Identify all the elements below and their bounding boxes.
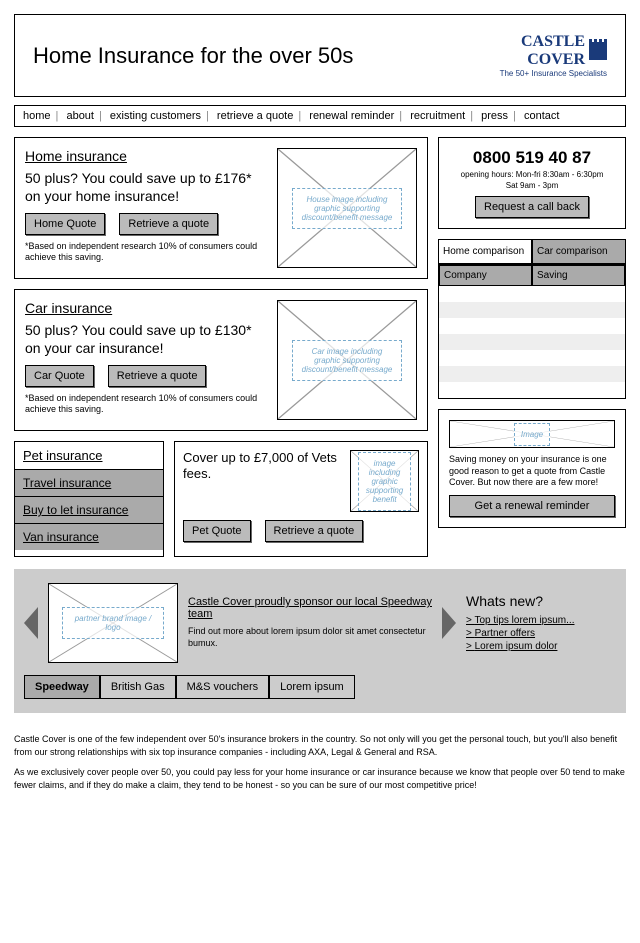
- tab-speedway[interactable]: Speedway: [24, 675, 100, 699]
- reminder-image-placeholder: Image: [449, 420, 615, 448]
- home-insurance-headline: 50 plus? You could save up to £176* on y…: [25, 170, 267, 205]
- whatsnew-title: Whats new?: [466, 593, 616, 609]
- reminder-image-label: Image: [514, 423, 550, 446]
- other-insurance-row: Pet insurance Travel insurance Buy to le…: [14, 441, 428, 557]
- pet-panel: Cover up to £7,000 of Vets fees. image i…: [174, 441, 428, 557]
- phone-panel: 0800 519 40 87 opening hours: Mon-fri 8:…: [438, 137, 626, 229]
- carousel-next-icon[interactable]: [442, 607, 456, 639]
- nav-existing[interactable]: existing customers: [110, 110, 201, 122]
- car-quote-button[interactable]: Car Quote: [25, 365, 94, 387]
- travel-insurance-link[interactable]: Travel insurance: [15, 469, 163, 496]
- renewal-reminder-button[interactable]: Get a renewal reminder: [449, 495, 615, 517]
- van-insurance-link[interactable]: Van insurance: [15, 523, 163, 550]
- whatsnew-item-2[interactable]: > Partner offers: [466, 628, 616, 639]
- reminder-panel: Image Saving money on your insurance is …: [438, 409, 626, 528]
- pet-image-label: image including graphic supporting benef…: [358, 452, 411, 511]
- insurance-list: Pet insurance Travel insurance Buy to le…: [14, 441, 164, 557]
- comparison-widget: Home comparison Car comparison Company S…: [438, 239, 626, 399]
- sponsor-body: Find out more about lorem ipsum dolor si…: [188, 626, 432, 649]
- nav-recruitment[interactable]: recruitment: [410, 110, 465, 122]
- nav-about[interactable]: about: [66, 110, 94, 122]
- pet-headline: Cover up to £7,000 of Vets fees.: [183, 450, 342, 512]
- nav-retrieve[interactable]: retrieve a quote: [217, 110, 293, 122]
- home-insurance-title: Home insurance: [25, 148, 127, 164]
- header: Home Insurance for the over 50s CASTLE C…: [14, 14, 626, 97]
- carousel-prev-icon[interactable]: [24, 607, 38, 639]
- castle-icon: [589, 42, 607, 60]
- sponsor-image-label: partner brand image / logo: [62, 607, 164, 639]
- tab-home-comparison[interactable]: Home comparison: [438, 239, 532, 264]
- car-disclaimer: *Based on independent research 10% of co…: [25, 393, 267, 415]
- main-nav: home| about| existing customers| retriev…: [14, 105, 626, 127]
- car-insurance-headline: 50 plus? You could save up to £130* on y…: [25, 322, 267, 357]
- pet-retrieve-button[interactable]: Retrieve a quote: [265, 520, 364, 542]
- phone-hours-1: opening hours: Mon-fri 8:30am - 6:30pm: [449, 170, 615, 179]
- home-disclaimer: *Based on independent research 10% of co…: [25, 241, 267, 263]
- page-title: Home Insurance for the over 50s: [33, 43, 353, 69]
- whatsnew-item-1[interactable]: > Top tips lorem ipsum...: [466, 615, 616, 626]
- phone-number: 0800 519 40 87: [449, 148, 615, 168]
- nav-renewal[interactable]: renewal reminder: [309, 110, 394, 122]
- whatsnew-panel: Whats new? > Top tips lorem ipsum... > P…: [466, 593, 616, 654]
- tab-ms-vouchers[interactable]: M&S vouchers: [176, 675, 270, 699]
- footer-band: partner brand image / logo Castle Cover …: [14, 569, 626, 713]
- comparison-col-company: Company: [439, 265, 532, 286]
- tab-car-comparison[interactable]: Car comparison: [532, 239, 626, 264]
- footer-p2: As we exclusively cover people over 50, …: [14, 766, 626, 791]
- nav-press[interactable]: press: [481, 110, 508, 122]
- comparison-col-saving: Saving: [532, 265, 625, 286]
- home-image-label: House image including graphic supporting…: [292, 188, 402, 229]
- reminder-text: Saving money on your insurance is one go…: [449, 454, 615, 489]
- tab-british-gas[interactable]: British Gas: [100, 675, 176, 699]
- logo-text-1: CASTLE: [521, 33, 585, 51]
- phone-hours-2: Sat 9am - 3pm: [449, 181, 615, 190]
- sponsor-title[interactable]: Castle Cover proudly sponsor our local S…: [188, 596, 432, 620]
- car-insurance-title: Car insurance: [25, 300, 112, 316]
- partner-tabs: Speedway British Gas M&S vouchers Lorem …: [24, 675, 616, 699]
- sponsor-image-placeholder: partner brand image / logo: [48, 583, 178, 663]
- callback-button[interactable]: Request a call back: [475, 196, 589, 218]
- home-insurance-panel: Home insurance 50 plus? You could save u…: [14, 137, 428, 279]
- home-retrieve-button[interactable]: Retrieve a quote: [119, 213, 218, 235]
- home-image-placeholder: House image including graphic supporting…: [277, 148, 417, 268]
- logo-text-2: COVER: [521, 51, 585, 69]
- car-image-placeholder: Car image including graphic supporting d…: [277, 300, 417, 420]
- nav-home[interactable]: home: [23, 110, 51, 122]
- pet-image-placeholder: image including graphic supporting benef…: [350, 450, 419, 512]
- home-quote-button[interactable]: Home Quote: [25, 213, 105, 235]
- comparison-table: Company Saving: [438, 264, 626, 399]
- footer-p1: Castle Cover is one of the few independe…: [14, 733, 626, 758]
- tab-lorem[interactable]: Lorem ipsum: [269, 675, 355, 699]
- logo: CASTLE COVER The 50+ Insurance Specialis…: [500, 33, 607, 78]
- nav-contact[interactable]: contact: [524, 110, 559, 122]
- whatsnew-item-3[interactable]: > Lorem ipsum dolor: [466, 641, 616, 652]
- buytolet-insurance-link[interactable]: Buy to let insurance: [15, 496, 163, 523]
- footer-copy: Castle Cover is one of the few independe…: [14, 733, 626, 791]
- car-retrieve-button[interactable]: Retrieve a quote: [108, 365, 207, 387]
- pet-quote-button[interactable]: Pet Quote: [183, 520, 251, 542]
- car-insurance-panel: Car insurance 50 plus? You could save up…: [14, 289, 428, 431]
- pet-insurance-link[interactable]: Pet insurance: [15, 442, 163, 469]
- car-image-label: Car image including graphic supporting d…: [292, 340, 402, 381]
- logo-tagline: The 50+ Insurance Specialists: [500, 69, 607, 78]
